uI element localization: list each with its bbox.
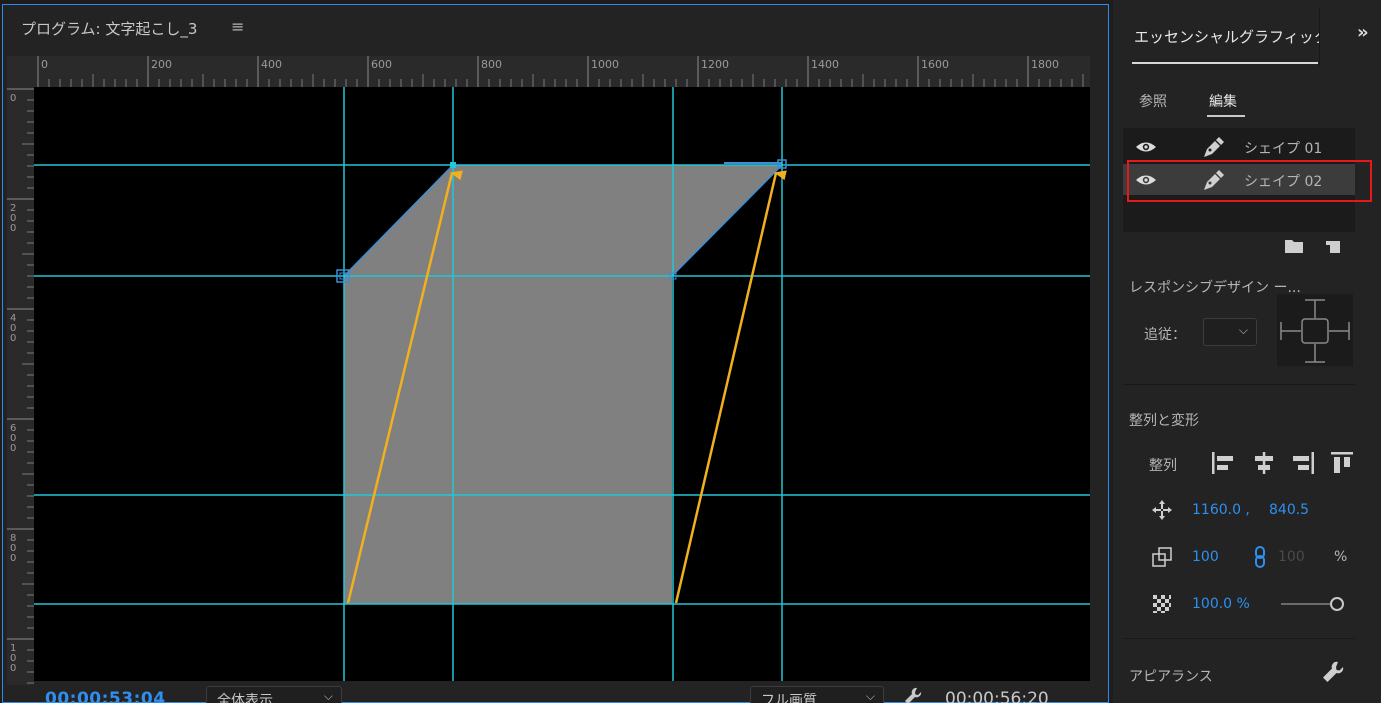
zoom-level-label: 全体表示 — [217, 693, 273, 703]
ruler-label: 1600 — [921, 58, 949, 71]
align-left-icon[interactable] — [1210, 450, 1236, 476]
new-folder-icon[interactable] — [1284, 238, 1304, 254]
tab-browse[interactable]: 参照 — [1139, 91, 1167, 111]
wrench-icon[interactable] — [903, 686, 923, 703]
highlight-annotation-box — [1127, 160, 1372, 202]
chevron-down-icon: ⌵ — [865, 689, 875, 703]
tab-edit[interactable]: 編集 — [1209, 91, 1237, 111]
ruler-label: 600 — [371, 58, 392, 71]
program-monitor-panel: プログラム: 文字起こし_3 ≡ 0 200 400 600 800 1000 1200 14… — [2, 4, 1109, 703]
essential-graphics-panel: エッセンシャルグラフィックス » 参照 編集 シェイプ 01 — [1113, 0, 1381, 703]
horizontal-ruler-ticks: 0 200 400 600 800 1000 1200 1400 1600 1800 — [37, 56, 1084, 87]
ruler-label: 400 — [261, 58, 282, 71]
ruler-label: 0 — [41, 58, 48, 71]
hamburger-menu-icon[interactable]: ≡ — [231, 17, 244, 36]
follow-dropdown[interactable]: ⌵ — [1203, 318, 1257, 346]
section-divider — [1123, 638, 1355, 639]
duration-timecode: 00:00:56:20 — [945, 689, 1049, 703]
opacity-slider-thumb[interactable] — [1330, 597, 1344, 611]
ruler-label: 0 — [10, 663, 16, 674]
double-chevron-right-icon[interactable]: » — [1357, 22, 1369, 43]
position-x-value[interactable]: 1160.0 , — [1192, 502, 1250, 518]
eye-icon[interactable] — [1135, 139, 1157, 155]
ruler-label: 200 — [151, 58, 172, 71]
vertical-ruler[interactable]: 0200400600800100 — [7, 87, 34, 685]
canvas-overlay[interactable] — [34, 87, 1090, 681]
playback-quality-dropdown[interactable]: フル画質 ⌵ — [750, 686, 884, 703]
follow-label: 追従： — [1144, 327, 1186, 343]
opacity-value[interactable]: 100.0 % — [1192, 596, 1250, 612]
wrench-icon[interactable] — [1321, 660, 1345, 684]
active-tab-underline — [1132, 62, 1318, 64]
scale-value[interactable]: 100 — [1192, 549, 1219, 565]
zoom-level-dropdown[interactable]: 全体表示 ⌵ — [206, 686, 342, 703]
appearance-header[interactable]: アピアランス — [1129, 666, 1213, 686]
tab-separator — [1319, 8, 1320, 66]
align-transform-header[interactable]: 整列と変形 — [1129, 410, 1199, 430]
pen-tool-icon — [1204, 137, 1224, 157]
position-move-icon — [1152, 500, 1172, 520]
video-canvas[interactable] — [34, 87, 1090, 681]
ruler-label: 1000 — [591, 58, 619, 71]
ruler-label: 0 — [10, 443, 16, 454]
ruler-label: 800 — [481, 58, 502, 71]
vertex-handle[interactable] — [450, 162, 456, 168]
align-top-icon[interactable] — [1329, 450, 1355, 476]
align-right-icon[interactable] — [1290, 450, 1316, 476]
pin-edges-icon — [1280, 299, 1350, 363]
ruler-label: 0 — [10, 93, 16, 104]
ruler-label: 1400 — [811, 58, 839, 71]
panel-tab-title[interactable]: エッセンシャルグラフィックス — [1134, 26, 1320, 47]
chain-link-icon[interactable] — [1249, 546, 1271, 568]
layer-row-shape-01[interactable]: シェイプ 01 — [1123, 131, 1355, 162]
opacity-slider-track[interactable] — [1281, 603, 1331, 605]
ruler-label: 0 — [10, 553, 16, 564]
active-tab-underline — [1207, 115, 1245, 117]
opacity-checker-icon — [1153, 595, 1171, 613]
ruler-label: 0 — [10, 333, 16, 344]
vertical-ruler-ticks: 0200400600800100 — [7, 88, 34, 684]
scale-unit: % — [1334, 549, 1348, 565]
ruler-label: 1200 — [701, 58, 729, 71]
monitor-bottom-bar: 00:00:53:04 全体表示 ⌵ フル画質 ⌵ 00:00:56:20 — [3, 683, 1108, 703]
chevron-down-icon: ⌵ — [323, 689, 333, 703]
chevron-down-icon: ⌵ — [1238, 323, 1248, 337]
scale-icon — [1152, 547, 1172, 567]
playback-quality-label: フル画質 — [761, 693, 817, 703]
new-layer-icon[interactable] — [1325, 238, 1341, 254]
panel-title[interactable]: プログラム: 文字起こし_3 — [21, 18, 197, 39]
scale-height-value: 100 — [1278, 549, 1305, 565]
layer-name: シェイプ 01 — [1244, 141, 1323, 157]
position-y-value[interactable]: 840.5 — [1269, 502, 1309, 518]
premiere-pro-window: プログラム: 文字起こし_3 ≡ 0 200 400 600 800 1000 1200 14… — [0, 0, 1381, 703]
pin-to-edges-widget[interactable] — [1277, 294, 1353, 366]
horizontal-ruler[interactable]: 0 200 400 600 800 1000 1200 1400 1600 1800 — [34, 56, 1090, 87]
align-label: 整列 — [1149, 458, 1177, 474]
current-timecode[interactable]: 00:00:53:04 — [45, 689, 166, 703]
ruler-corner — [7, 56, 34, 87]
ruler-label: 0 — [10, 223, 16, 234]
section-divider — [1123, 384, 1355, 385]
align-horizontal-center-icon[interactable] — [1251, 450, 1277, 476]
ruler-label: 1800 — [1031, 58, 1059, 71]
